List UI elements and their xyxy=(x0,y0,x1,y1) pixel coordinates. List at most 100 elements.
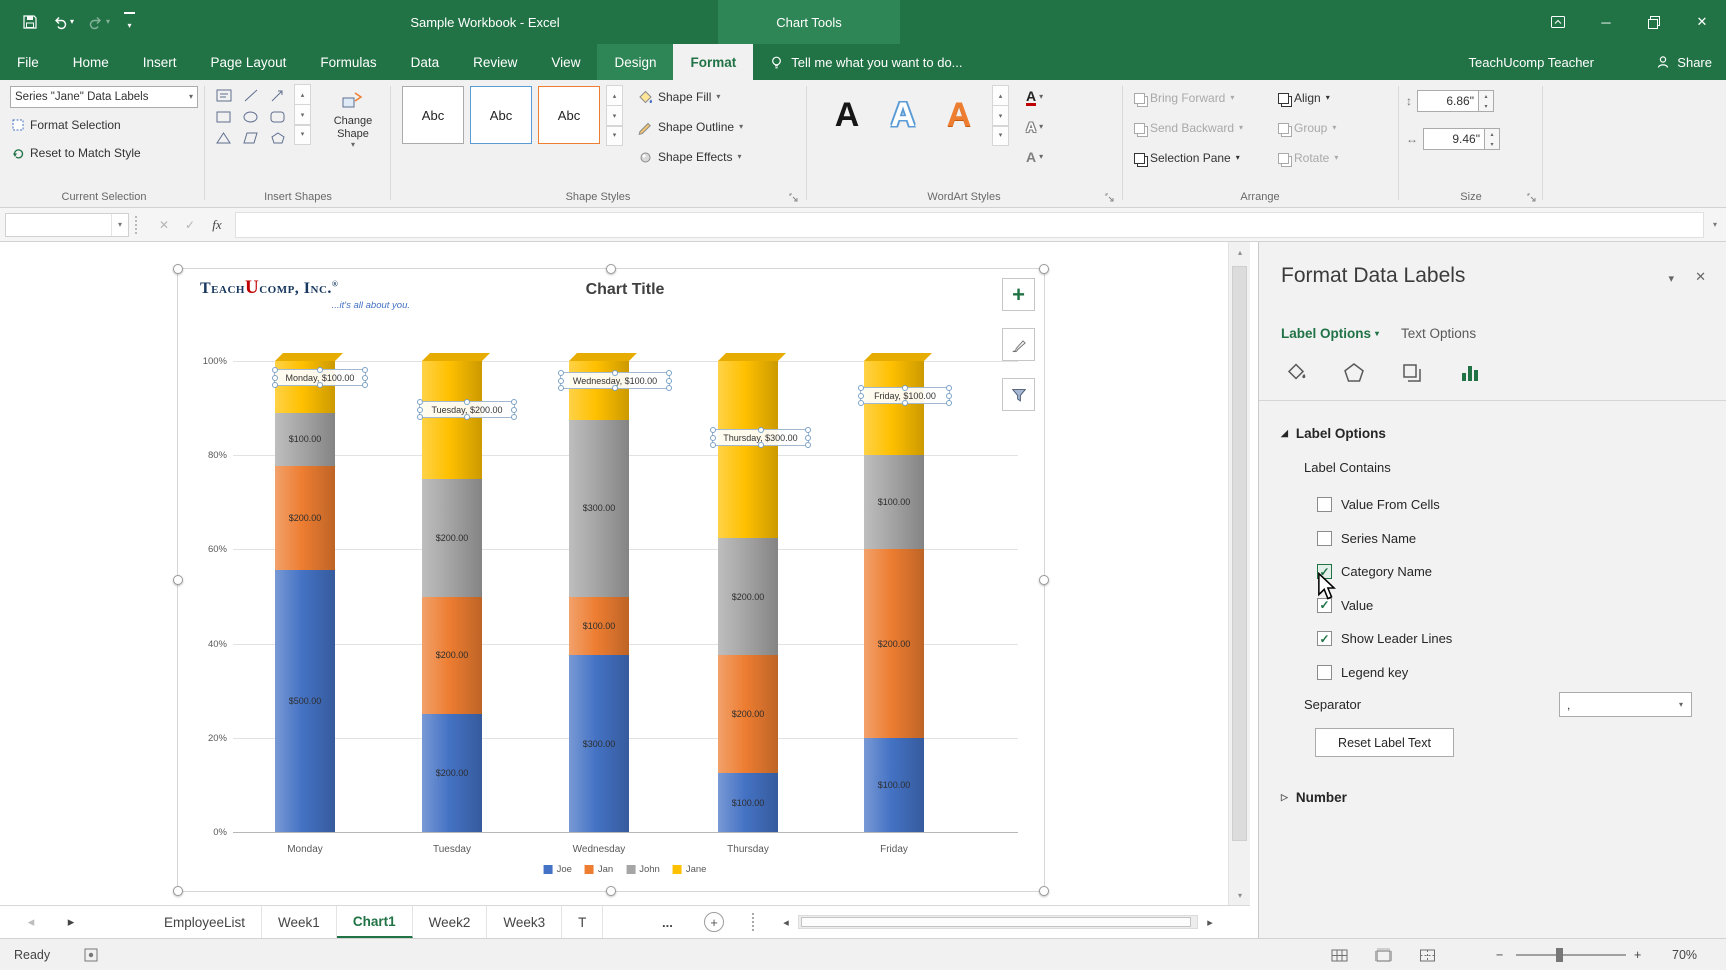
bar-segment-john-thursday[interactable]: $200.00 xyxy=(718,537,778,656)
shape-style-preset-1[interactable]: Abc xyxy=(402,86,464,144)
save-icon[interactable] xyxy=(22,14,38,30)
chart-selection-handle[interactable] xyxy=(173,264,183,274)
ribbon-tab-formulas[interactable]: Formulas xyxy=(303,44,393,80)
selection-handle[interactable] xyxy=(464,414,470,420)
reset-label-text-button[interactable]: Reset Label Text xyxy=(1315,728,1454,757)
zoom-slider-thumb[interactable] xyxy=(1556,948,1563,962)
ribbon-tab-view[interactable]: View xyxy=(534,44,597,80)
shape-textbox-icon[interactable] xyxy=(210,85,237,106)
restore-button[interactable] xyxy=(1630,0,1678,44)
bar-segment-joe-monday[interactable]: $500.00 xyxy=(275,570,335,832)
shape-fill-button[interactable]: Shape Fill ▾ xyxy=(638,84,720,110)
scroll-down-icon[interactable]: ▾ xyxy=(606,105,623,126)
gallery-more-icon[interactable]: ▾ xyxy=(992,125,1009,146)
wordart-preset-1[interactable]: A xyxy=(824,88,870,142)
shape-effects-button[interactable]: Shape Effects ▾ xyxy=(638,144,742,170)
shape-width-input[interactable]: 9.46" xyxy=(1423,128,1485,150)
zoom-slider[interactable] xyxy=(1516,948,1626,962)
undo-button[interactable]: ▾ xyxy=(52,14,74,30)
sheet-overflow-indicator[interactable]: ... xyxy=(662,906,673,938)
shape-parallelogram-icon[interactable] xyxy=(237,127,264,148)
number-section-header[interactable]: ▷ Number xyxy=(1281,790,1347,805)
name-box[interactable]: ▾ xyxy=(5,212,129,237)
ribbon-tab-design[interactable]: Design xyxy=(597,44,674,80)
bring-forward-button[interactable]: Bring Forward ▾ xyxy=(1134,85,1234,111)
hscroll-right-icon[interactable]: ▸ xyxy=(1200,906,1220,938)
zoom-level[interactable]: 70% xyxy=(1672,939,1697,970)
bar-segment-jane-tuesday[interactable] xyxy=(422,361,482,479)
ribbon-tab-home[interactable]: Home xyxy=(56,44,126,80)
format-selection-button[interactable]: Format Selection xyxy=(11,112,121,138)
separator-dropdown[interactable]: , ▾ xyxy=(1559,692,1692,717)
label-options-section-header[interactable]: ◢ Label Options xyxy=(1281,426,1386,441)
sheet-tab-week1[interactable]: Week1 xyxy=(262,906,337,938)
bar-segment-jan-friday[interactable]: $200.00 xyxy=(864,549,924,738)
spin-down-icon[interactable]: ▾ xyxy=(1479,101,1493,111)
selection-handle[interactable] xyxy=(417,399,423,405)
selection-handle[interactable] xyxy=(757,442,764,448)
reset-to-match-style-button[interactable]: Reset to Match Style xyxy=(11,140,141,166)
ribbon-tab-review[interactable]: Review xyxy=(456,44,534,80)
scroll-down-icon[interactable]: ▾ xyxy=(294,104,311,125)
ribbon-tab-file[interactable]: File xyxy=(0,44,56,80)
chart-selection-handle[interactable] xyxy=(1039,886,1049,896)
shape-rounded-rectangle-icon[interactable] xyxy=(264,106,291,127)
scroll-down-arrow-icon[interactable]: ▾ xyxy=(1229,885,1251,905)
selection-handle[interactable] xyxy=(805,427,811,433)
page-break-view-icon[interactable] xyxy=(1414,944,1440,966)
shape-style-preset-3[interactable]: Abc xyxy=(538,86,600,144)
normal-view-icon[interactable] xyxy=(1326,944,1352,966)
formula-input[interactable] xyxy=(235,211,1704,238)
checkbox-legend-key[interactable] xyxy=(1317,664,1332,680)
size-dialog-launcher-icon[interactable] xyxy=(1527,193,1537,203)
selection-handle[interactable] xyxy=(612,385,618,391)
selection-handle[interactable] xyxy=(612,370,618,376)
selection-handle[interactable] xyxy=(946,392,952,399)
selection-handle[interactable] xyxy=(362,382,368,388)
shape-style-preset-2[interactable]: Abc xyxy=(470,86,532,144)
chart-selection-handle[interactable] xyxy=(1039,575,1049,585)
selection-handle[interactable] xyxy=(710,427,716,433)
chart-selection-handle[interactable] xyxy=(173,575,183,585)
tell-me-box[interactable]: Tell me what you want to do... xyxy=(769,44,963,80)
selection-handle[interactable] xyxy=(464,399,470,405)
fill-line-icon[interactable] xyxy=(1281,358,1311,388)
sheet-tab-week3[interactable]: Week3 xyxy=(487,906,563,938)
legend-item-john[interactable]: John xyxy=(626,864,660,875)
checkbox-value-from-cells[interactable] xyxy=(1317,497,1332,513)
ribbon-tab-format[interactable]: Format xyxy=(673,44,754,80)
chart-selection-handle[interactable] xyxy=(173,886,183,896)
bar-segment-jane-thursday[interactable] xyxy=(718,361,778,538)
shape-line-icon[interactable] xyxy=(237,85,264,106)
bar-segment-jane-wednesday[interactable] xyxy=(569,361,629,420)
selection-handle[interactable] xyxy=(858,385,864,391)
formula-bar-splitter[interactable] xyxy=(135,215,145,234)
vertical-scrollbar[interactable]: ▴ ▾ xyxy=(1228,242,1250,905)
scroll-up-icon[interactable]: ▴ xyxy=(294,84,311,105)
selection-handle[interactable] xyxy=(946,385,952,391)
vertical-scrollbar-thumb[interactable] xyxy=(1232,266,1247,841)
selection-handle[interactable] xyxy=(511,406,517,413)
selection-handle[interactable] xyxy=(317,367,323,373)
sheet-tab-employeelist[interactable]: EmployeeList xyxy=(148,906,263,938)
pane-options-chevron-icon[interactable]: ▾ xyxy=(1668,272,1674,285)
chart-legend[interactable]: Joe Jan John Jane xyxy=(543,864,706,875)
bar-segment-jan-monday[interactable]: $200.00 xyxy=(275,465,335,571)
shape-outline-button[interactable]: Shape Outline ▾ xyxy=(638,114,743,140)
shape-triangle-icon[interactable] xyxy=(210,127,237,148)
selected-data-label[interactable]: Thursday, $300.00 xyxy=(710,427,811,448)
customize-qat-button[interactable]: ▾ xyxy=(124,11,136,33)
selection-handle[interactable] xyxy=(710,442,716,448)
selection-handle[interactable] xyxy=(511,414,517,420)
undo-dropdown-icon[interactable]: ▾ xyxy=(70,18,74,26)
chart-object[interactable]: TeachUcomp, Inc.® ...it's all about you.… xyxy=(173,264,1049,896)
label-options-icon[interactable] xyxy=(1455,358,1485,388)
text-outline-button[interactable]: A ▾ xyxy=(1026,115,1043,139)
wordart-dialog-launcher-icon[interactable] xyxy=(1105,193,1115,203)
selection-handle[interactable] xyxy=(362,374,368,381)
bar-segment-john-monday[interactable]: $100.00 xyxy=(275,413,335,466)
bar-segment-jan-thursday[interactable]: $200.00 xyxy=(718,655,778,774)
shape-arrow-icon[interactable] xyxy=(264,85,291,106)
bar-segment-joe-wednesday[interactable]: $300.00 xyxy=(569,655,629,832)
bar-segment-john-wednesday[interactable]: $300.00 xyxy=(569,419,629,597)
